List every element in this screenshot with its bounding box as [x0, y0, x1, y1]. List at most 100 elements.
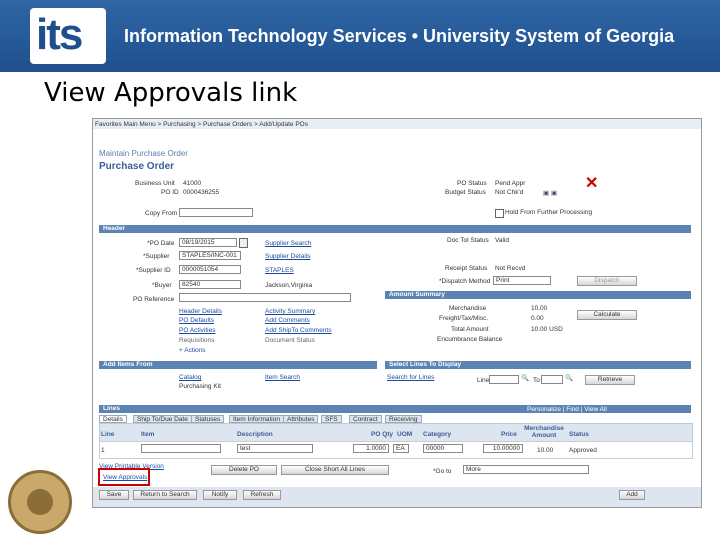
to-label: To: [533, 377, 540, 384]
line-to-field[interactable]: [541, 375, 563, 384]
supplier-id-field[interactable]: 0000051054: [179, 265, 241, 274]
supplier-label: *Supplier: [143, 253, 170, 260]
buyer-field[interactable]: 82540: [179, 280, 241, 289]
add-items-bar: Add Items From: [99, 361, 377, 369]
close-x-icon[interactable]: ✕: [585, 173, 598, 193]
po-activities-link[interactable]: PO Activities: [179, 327, 215, 334]
activity-summary-link[interactable]: Activity Summary: [265, 308, 315, 315]
tab-receiving[interactable]: Receiving: [385, 415, 422, 423]
actions-link[interactable]: + Actions: [179, 347, 206, 354]
po-date-label: *PO Date: [147, 240, 175, 247]
merchandise-value: 10.00: [531, 305, 548, 312]
supplier-field[interactable]: STAPLES/INC-001: [179, 251, 241, 260]
copy-from-label: Copy From: [145, 210, 178, 217]
doc-tol-value: Valid: [495, 237, 509, 244]
po-defaults-link[interactable]: PO Defaults: [179, 317, 214, 324]
row-item-field[interactable]: [141, 444, 221, 453]
line-from-field[interactable]: [489, 375, 519, 384]
row-category-field[interactable]: 00000: [423, 444, 463, 453]
column-header-row: [99, 423, 693, 443]
university-seal-logo: [8, 470, 72, 534]
select-lines-label: Select Lines To Display: [389, 361, 462, 368]
notify-button[interactable]: Notify: [203, 490, 237, 500]
row-price-field[interactable]: 10.00000: [483, 444, 523, 453]
dispatch-method-select[interactable]: Print: [493, 276, 551, 285]
supplier-id-label: *Supplier ID: [136, 267, 171, 274]
tab-statuses[interactable]: Statuses: [191, 415, 225, 423]
view-approvals-highlight: [98, 468, 150, 486]
refresh-button[interactable]: Refresh: [243, 490, 281, 500]
po-status-label: PO Status: [457, 180, 487, 187]
banner: its Information Technology Services • Un…: [0, 0, 720, 72]
business-unit-label: Business Unit: [135, 180, 175, 187]
supplier-search-link[interactable]: Supplier Search: [265, 240, 311, 247]
col-line: Line: [101, 431, 115, 438]
supplier-details-link[interactable]: Supplier Details: [265, 253, 311, 260]
amount-summary-bar[interactable]: Amount Summary: [385, 291, 691, 299]
business-unit-value: 41000: [183, 180, 202, 187]
search-icon[interactable]: 🔍: [521, 374, 529, 382]
total-amount-label: Total Amount: [451, 326, 489, 333]
add-button[interactable]: Add: [619, 490, 645, 500]
col-category: Category: [423, 431, 452, 438]
row-qty-field[interactable]: 1.0000: [353, 444, 389, 453]
delete-po-button[interactable]: Delete PO: [211, 465, 277, 475]
header-section-bar[interactable]: Header: [99, 225, 691, 233]
return-to-search-button[interactable]: Return to Search: [133, 490, 197, 500]
item-search-link[interactable]: Item Search: [265, 374, 300, 381]
page-subtitle: Maintain Purchase Order: [99, 149, 188, 158]
supplier-name-link[interactable]: STAPLES: [265, 267, 294, 274]
header-details-link[interactable]: Header Details: [179, 308, 222, 315]
add-shipto-comments-link[interactable]: Add ShipTo Comments: [265, 327, 331, 334]
po-reference-field[interactable]: [179, 293, 351, 302]
buyer-name: Jackson,Virginia: [265, 282, 313, 289]
freight-label: Freight/Tax/Misc.: [439, 315, 489, 322]
tab-attributes[interactable]: Attributes: [283, 415, 319, 423]
lines-nav[interactable]: Personalize | Find | View All: [527, 406, 607, 413]
breadcrumb[interactable]: Favorites Main Menu > Purchasing > Purch…: [95, 121, 308, 128]
receipt-status-value: Not Recvd: [495, 265, 526, 272]
slide-title: View Approvals link: [44, 78, 298, 108]
page-title: Purchase Order: [99, 161, 175, 172]
add-items-label: Add Items From: [103, 361, 153, 368]
po-reference-label: PO Reference: [133, 296, 175, 303]
add-comments-link[interactable]: Add Comments: [265, 317, 310, 324]
requisitions-link[interactable]: Requisitions: [179, 337, 214, 344]
col-uom: UOM: [397, 431, 413, 438]
tab-sfs[interactable]: SFS: [321, 415, 342, 423]
po-status-value: Pend Appr: [495, 180, 526, 187]
budget-check-icon[interactable]: ▣ ▣: [543, 189, 557, 197]
purchasing-kit-link[interactable]: Purchasing Kit: [179, 383, 221, 390]
tab-contract[interactable]: Contract: [349, 415, 382, 423]
catalog-link[interactable]: Catalog: [179, 374, 201, 381]
col-merchandise-amount: Merchandise Amount: [524, 425, 564, 439]
close-short-button[interactable]: Close Short All Lines: [281, 465, 389, 475]
dispatch-button[interactable]: Dispatch: [577, 276, 637, 286]
search-icon[interactable]: 🔍: [565, 374, 573, 382]
po-date-field[interactable]: 08/19/2015: [179, 238, 237, 247]
row-amount: 10.00: [537, 447, 554, 454]
calculate-button[interactable]: Calculate: [577, 310, 637, 320]
col-po-qty: PO Qty: [371, 431, 394, 438]
hold-label: Hold From Further Processing: [505, 209, 593, 216]
tab-ship-to[interactable]: Ship To/Due Date: [133, 415, 192, 423]
tab-details[interactable]: Details: [99, 415, 127, 423]
document-status-link[interactable]: Document Status: [265, 337, 315, 344]
row-description-field[interactable]: test: [237, 444, 313, 453]
freight-value: 0.00: [531, 315, 544, 322]
po-id-label: PO ID: [161, 189, 179, 196]
line-label: Line: [477, 377, 490, 384]
copy-from-select[interactable]: [179, 208, 253, 217]
col-description: Description: [237, 431, 273, 438]
merchandise-label: Merchandise: [449, 305, 487, 312]
total-amount-value: 10.00 USD: [531, 326, 563, 333]
tab-item-information[interactable]: Item Information: [229, 415, 284, 423]
row-uom-field[interactable]: EA: [393, 444, 409, 453]
calendar-icon[interactable]: [239, 238, 248, 248]
hold-checkbox[interactable]: [495, 209, 504, 218]
save-button[interactable]: Save: [99, 490, 129, 500]
search-for-lines-link[interactable]: Search for Lines: [387, 374, 434, 381]
goto-select[interactable]: More: [463, 465, 589, 474]
budget-status-value: Not Chk'd: [495, 189, 524, 196]
retrieve-button[interactable]: Retrieve: [585, 375, 635, 385]
